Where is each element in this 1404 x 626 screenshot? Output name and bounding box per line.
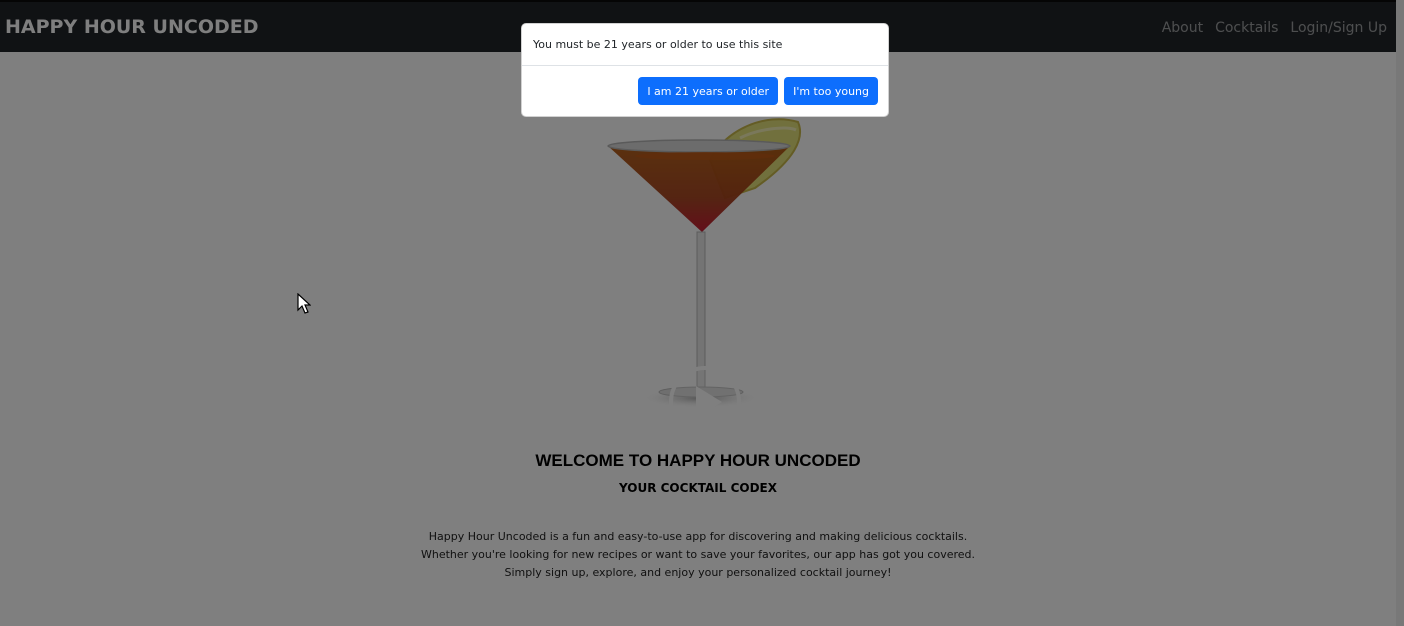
mouse-cursor-icon xyxy=(297,293,311,314)
too-young-button[interactable]: I'm too young xyxy=(784,77,878,105)
modal-footer: I am 21 years or older I'm too young xyxy=(638,77,878,105)
age-requirement-message: You must be 21 years or older to use thi… xyxy=(533,38,783,51)
age-verification-modal: You must be 21 years or older to use thi… xyxy=(521,23,889,117)
modal-body: You must be 21 years or older to use thi… xyxy=(522,24,888,66)
confirm-age-button[interactable]: I am 21 years or older xyxy=(638,77,779,105)
